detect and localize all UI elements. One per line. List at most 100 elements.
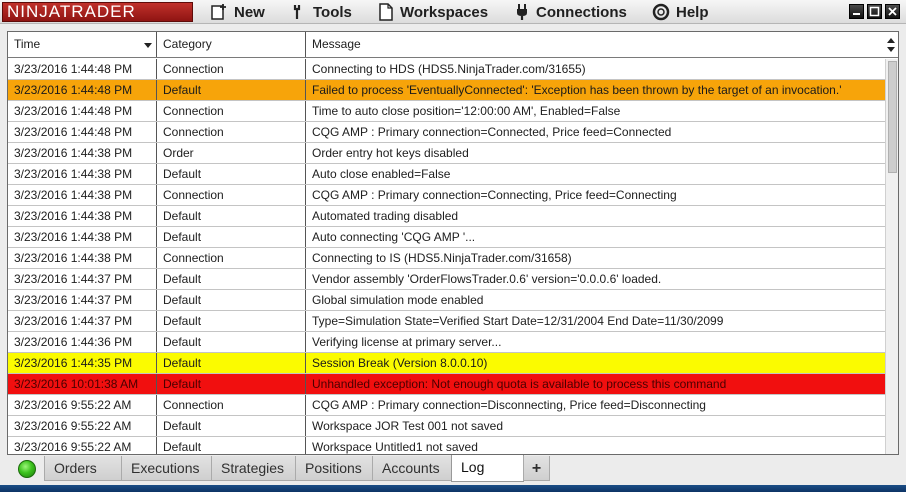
- table-row[interactable]: 3/23/2016 9:55:22 AM Default Workspace JOR…: [8, 416, 885, 437]
- cell-time: 3/23/2016 1:44:48 PM: [8, 122, 157, 142]
- table-row[interactable]: 3/23/2016 1:44:37 PM Default Type=Simulati…: [8, 311, 885, 332]
- tab-executions-label: Executions: [131, 460, 200, 476]
- cell-time: 3/23/2016 1:44:35 PM: [8, 353, 157, 373]
- scroll-arrows[interactable]: [885, 33, 897, 57]
- cell-message: Workspace JOR Test 001 not saved: [312, 419, 503, 433]
- cell-category: Default: [157, 437, 306, 454]
- table-row[interactable]: 3/23/2016 1:44:48 PM Connection Time to au…: [8, 101, 885, 122]
- table-row[interactable]: 3/23/2016 1:44:38 PM Order Order entry hot…: [8, 143, 885, 164]
- cell-category: Connection: [157, 101, 306, 121]
- cell-time: 3/23/2016 9:55:22 AM: [8, 416, 157, 436]
- table-row[interactable]: 3/23/2016 1:44:38 PM Default Automated tra…: [8, 206, 885, 227]
- cell-category: Default: [157, 416, 306, 436]
- cell-message: Connecting to HDS (HDS5.NinjaTrader.com/…: [312, 62, 586, 76]
- tab-orders-label: Orders: [54, 460, 97, 476]
- cell-message: Connecting to IS (HDS5.NinjaTrader.com/3…: [312, 251, 572, 265]
- column-header-category[interactable]: Category: [157, 32, 306, 57]
- tab-strategies-label: Strategies: [221, 460, 285, 476]
- cell-message: Global simulation mode enabled: [312, 293, 484, 307]
- table-row[interactable]: 3/23/2016 1:44:38 PM Connection Connecting…: [8, 248, 885, 269]
- table-row[interactable]: 3/23/2016 1:44:38 PM Default Auto close en…: [8, 164, 885, 185]
- column-header-message[interactable]: Message: [306, 32, 886, 57]
- maximize-button[interactable]: [867, 4, 882, 19]
- table-row[interactable]: 3/23/2016 9:55:22 AM Connection CQG AMP : …: [8, 395, 885, 416]
- tab-accounts[interactable]: Accounts: [372, 456, 452, 481]
- cell-category: Connection: [157, 122, 306, 142]
- tab-executions[interactable]: Executions: [121, 456, 212, 481]
- minimize-button[interactable]: [849, 4, 864, 19]
- wrench-icon: [291, 3, 307, 21]
- sort-descending-icon: [144, 43, 152, 48]
- scrollbar-thumb[interactable]: [888, 61, 897, 173]
- log-grid: Time Category Message 3/23/2016 1:44:48 …: [7, 31, 899, 455]
- table-row[interactable]: 3/23/2016 1:44:36 PM Default Verifying lic…: [8, 332, 885, 353]
- column-header-category-label: Category: [163, 37, 212, 51]
- table-row[interactable]: 3/23/2016 1:44:38 PM Default Auto connecti…: [8, 227, 885, 248]
- cell-category: Connection: [157, 59, 306, 79]
- cell-time: 3/23/2016 1:44:36 PM: [8, 332, 157, 352]
- cell-category: Default: [157, 227, 306, 247]
- cell-time: 3/23/2016 1:44:37 PM: [8, 311, 157, 331]
- menu-new[interactable]: New: [210, 2, 265, 22]
- close-button[interactable]: [885, 4, 900, 19]
- menu-tools-label: Tools: [313, 3, 352, 21]
- cell-message: Auto connecting 'CQG AMP '...: [312, 230, 476, 244]
- ninjatrader-logo: NINJATRADER: [2, 2, 193, 22]
- tab-log-label: Log: [461, 459, 485, 475]
- tab-orders[interactable]: Orders: [44, 456, 122, 481]
- table-row[interactable]: 3/23/2016 9:55:22 AM Default Workspace Unt…: [8, 437, 885, 454]
- table-row[interactable]: 3/23/2016 1:44:37 PM Default Global simula…: [8, 290, 885, 311]
- cell-time: 3/23/2016 1:44:48 PM: [8, 80, 157, 100]
- menu-help[interactable]: Help: [652, 2, 709, 22]
- tab-positions[interactable]: Positions: [295, 456, 373, 481]
- close-icon: [888, 7, 897, 16]
- new-icon: [210, 3, 228, 21]
- menu-bar: NINJATRADER New Tools Workspaces Connect…: [0, 0, 906, 24]
- plug-icon: [514, 3, 530, 21]
- add-tab-label: +: [531, 460, 542, 477]
- cell-message: Workspace Untitled1 not saved: [312, 440, 478, 454]
- table-row[interactable]: 3/23/2016 1:44:48 PM Connection Connecting…: [8, 59, 885, 80]
- menu-workspaces-label: Workspaces: [400, 3, 489, 21]
- cell-category: Default: [157, 80, 306, 100]
- add-tab-button[interactable]: +: [523, 456, 550, 481]
- grid-header: Time Category Message: [8, 32, 898, 58]
- table-row[interactable]: 3/23/2016 1:44:48 PM Connection CQG AMP : …: [8, 122, 885, 143]
- cell-time: 3/23/2016 9:55:22 AM: [8, 395, 157, 415]
- vertical-scrollbar[interactable]: [885, 59, 898, 454]
- tab-positions-label: Positions: [305, 460, 362, 476]
- cell-time: 3/23/2016 1:44:38 PM: [8, 164, 157, 184]
- cell-message: Failed to process 'EventuallyConnected':…: [312, 83, 842, 97]
- menu-tools[interactable]: Tools: [291, 2, 352, 22]
- taskbar-strip: [0, 485, 906, 492]
- cell-time: 3/23/2016 1:44:37 PM: [8, 290, 157, 310]
- cell-category: Default: [157, 290, 306, 310]
- table-row[interactable]: 3/23/2016 1:44:35 PM Default Session Break…: [8, 353, 885, 374]
- cell-category: Default: [157, 374, 306, 394]
- cell-category: Connection: [157, 185, 306, 205]
- menu-connections[interactable]: Connections: [514, 2, 627, 22]
- table-row[interactable]: 3/23/2016 1:44:48 PM Default Failed to pro…: [8, 80, 885, 101]
- cell-message: Time to auto close position='12:00:00 AM…: [312, 104, 621, 118]
- column-header-time[interactable]: Time: [8, 32, 157, 57]
- table-row[interactable]: 3/23/2016 10:01:38 AM Default Unhandled ex…: [8, 374, 885, 395]
- minimize-icon: [853, 13, 860, 15]
- cell-time: 3/23/2016 1:44:48 PM: [8, 101, 157, 121]
- cell-message: Auto close enabled=False: [312, 167, 451, 181]
- cell-time: 3/23/2016 1:44:38 PM: [8, 143, 157, 163]
- table-row[interactable]: 3/23/2016 1:44:37 PM Default Vendor assemb…: [8, 269, 885, 290]
- table-row[interactable]: 3/23/2016 1:44:38 PM Connection CQG AMP : …: [8, 185, 885, 206]
- cell-category: Default: [157, 164, 306, 184]
- cell-category: Connection: [157, 248, 306, 268]
- tab-strategies[interactable]: Strategies: [211, 456, 296, 481]
- cell-time: 3/23/2016 1:44:37 PM: [8, 269, 157, 289]
- cell-category: Default: [157, 206, 306, 226]
- document-icon: [378, 3, 394, 21]
- cell-time: 3/23/2016 1:44:48 PM: [8, 59, 157, 79]
- cell-time: 3/23/2016 1:44:38 PM: [8, 248, 157, 268]
- cell-category: Default: [157, 269, 306, 289]
- menu-workspaces[interactable]: Workspaces: [378, 2, 488, 22]
- cell-category: Default: [157, 311, 306, 331]
- connection-status-indicator: [18, 460, 36, 478]
- tab-log[interactable]: Log: [451, 455, 524, 482]
